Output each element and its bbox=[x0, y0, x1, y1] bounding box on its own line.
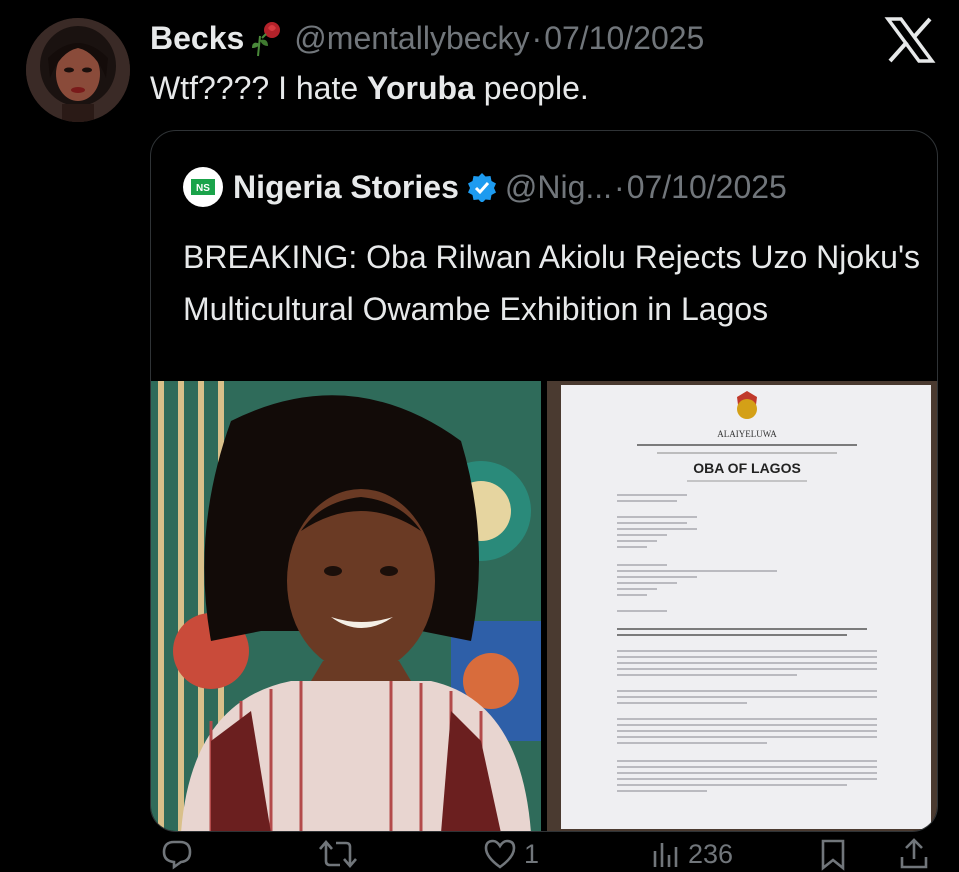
bookmark-icon bbox=[821, 839, 845, 871]
tweet-header: Becks @mentallybecky · 07/10/2025 bbox=[150, 16, 704, 60]
quote-text: BREAKING: Oba Rilwan Akiolu Rejects Uzo … bbox=[183, 239, 921, 327]
reply-icon bbox=[162, 840, 192, 870]
x-logo-icon bbox=[884, 16, 936, 64]
quote-photo-woman[interactable] bbox=[151, 381, 541, 831]
tweet-text-part: Wtf???? I hate bbox=[150, 70, 368, 106]
quote-author-avatar[interactable]: NS bbox=[183, 167, 223, 207]
like-icon bbox=[484, 839, 516, 869]
verified-badge-icon bbox=[467, 172, 497, 203]
tweet-text-bold: Yoruba bbox=[367, 70, 475, 106]
views-count: 236 bbox=[688, 838, 734, 869]
header-separator: · bbox=[531, 19, 543, 56]
rose-icon bbox=[246, 18, 288, 58]
retweet-icon bbox=[319, 840, 357, 868]
author-avatar[interactable] bbox=[26, 18, 130, 122]
tweet: Becks @mentallybecky · 07/10/2025 Wtf???… bbox=[0, 0, 959, 872]
quote-separator: · bbox=[614, 168, 625, 205]
like-button[interactable]: 1 bbox=[482, 836, 539, 872]
views-button[interactable]: 236 bbox=[650, 836, 733, 872]
quote-header: NS Nigeria Stories @Nig... · 07/10/2025 bbox=[183, 165, 787, 209]
views-icon bbox=[653, 843, 678, 867]
svg-text:NS: NS bbox=[196, 183, 210, 194]
like-count: 1 bbox=[524, 838, 540, 869]
tweet-text-part: people. bbox=[474, 70, 589, 106]
quoted-tweet[interactable]: NS Nigeria Stories @Nig... · 07/10/2025 … bbox=[150, 130, 938, 832]
retweet-button[interactable] bbox=[318, 836, 364, 872]
author-name[interactable]: Becks bbox=[150, 20, 244, 57]
quote-author-handle[interactable]: @Nig... bbox=[505, 169, 612, 206]
author-handle[interactable]: @mentallybecky bbox=[294, 20, 529, 57]
tweet-actions: 1 236 bbox=[150, 836, 940, 872]
quote-author-name[interactable]: Nigeria Stories bbox=[233, 169, 459, 206]
tweet-text: Wtf???? I hate Yoruba people. bbox=[150, 66, 589, 110]
share-button[interactable] bbox=[898, 836, 930, 872]
quote-photo-letter[interactable]: ALAIYELUWA OBA OF LAGOS bbox=[547, 381, 937, 831]
letter-heading: OBA OF LAGOS bbox=[693, 460, 801, 476]
bookmark-button[interactable] bbox=[818, 836, 848, 872]
quote-date[interactable]: 07/10/2025 bbox=[627, 169, 787, 206]
reply-button[interactable] bbox=[160, 836, 200, 872]
letter-title: ALAIYELUWA bbox=[717, 429, 777, 439]
tweet-date[interactable]: 07/10/2025 bbox=[544, 20, 704, 57]
share-icon bbox=[900, 838, 928, 869]
